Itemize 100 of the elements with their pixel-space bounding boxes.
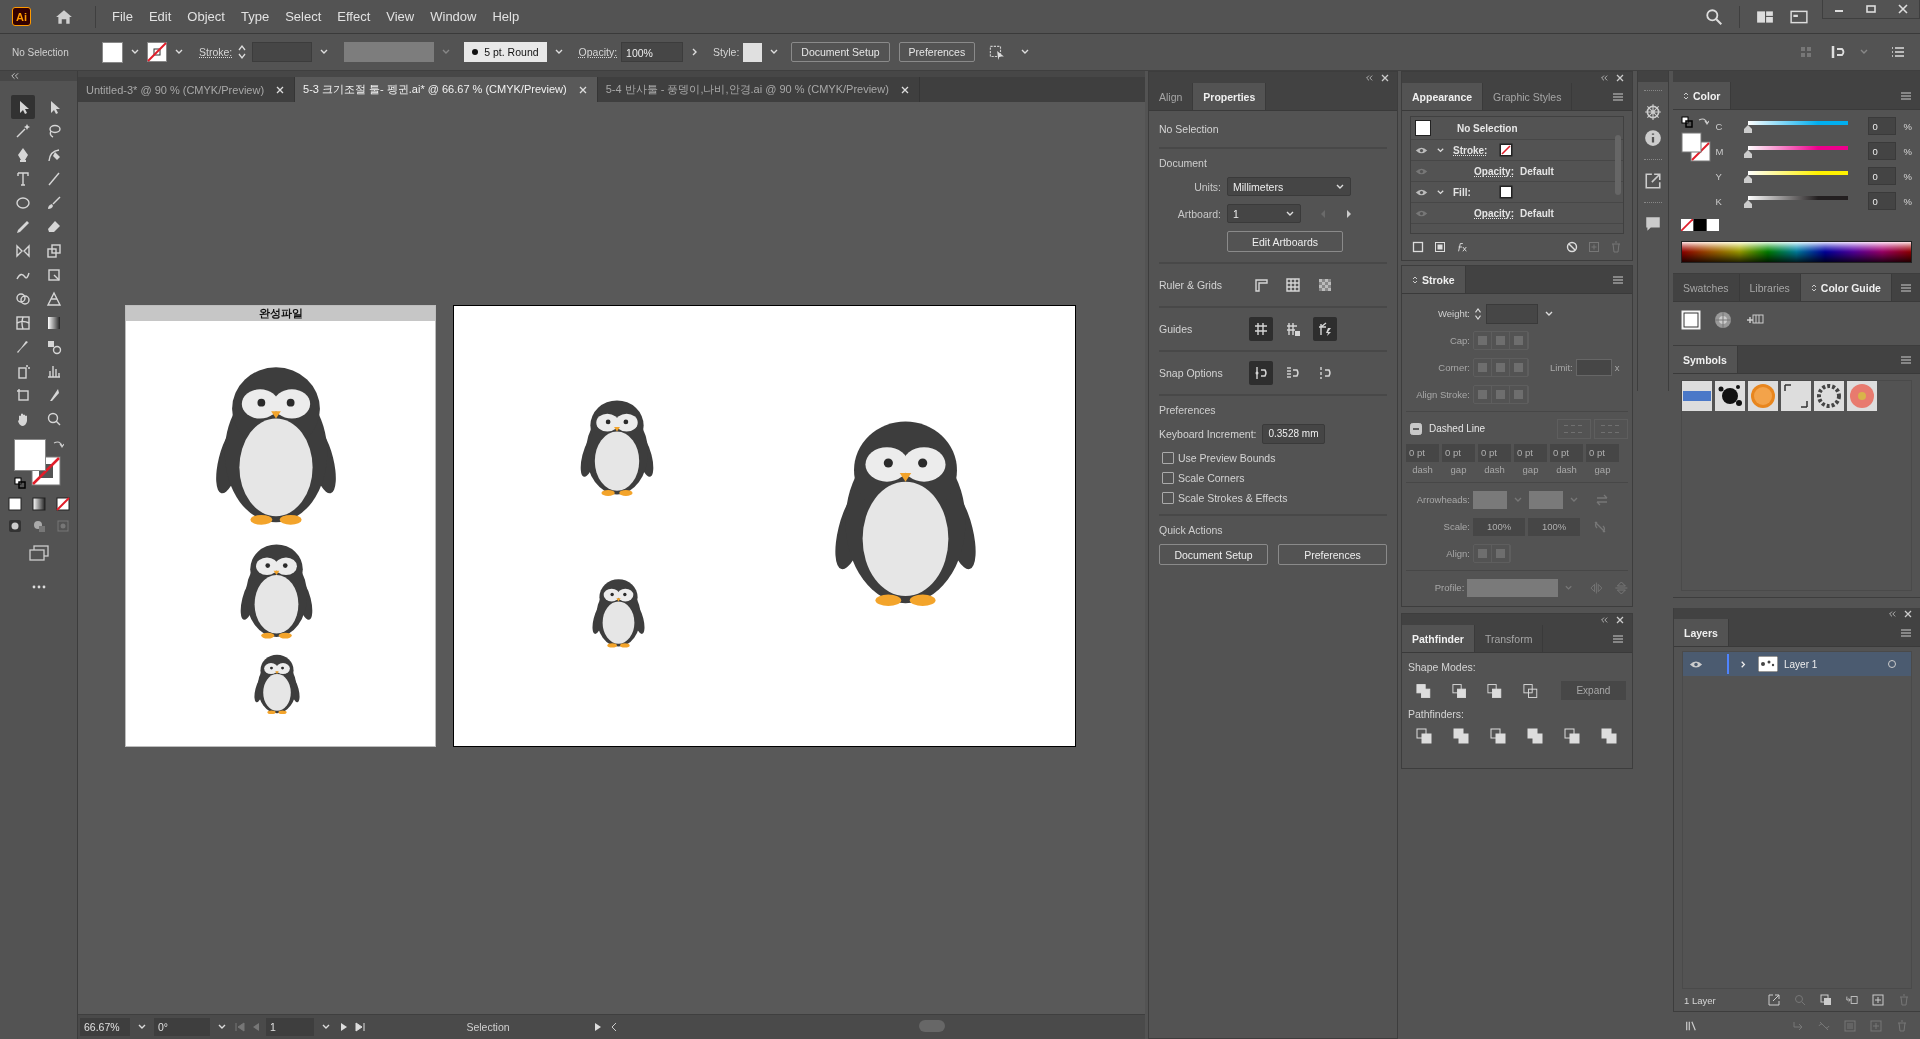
selection-status: No Selection <box>1159 123 1220 135</box>
dash-field-label: gap <box>1594 464 1611 475</box>
keyboard-increment-field[interactable]: 0.3528 mm <box>1262 424 1325 444</box>
checkbox-label: Scale Strokes & Effects <box>1178 492 1288 504</box>
weight-label: Weight: <box>1436 308 1470 319</box>
layer-count: 1 Layer <box>1684 994 1716 1006</box>
section-heading: Guides <box>1159 323 1194 335</box>
checkbox-label: Scale Corners <box>1178 472 1245 484</box>
shape-modes-label: Shape Modes: <box>1408 661 1477 673</box>
menu-item[interactable]: Help <box>484 9 528 24</box>
toolbar-button[interactable]: Document Setup <box>791 42 890 62</box>
dash-field: 0 pt <box>1550 444 1583 462</box>
attribute-label[interactable]: Opacity: <box>1474 165 1514 177</box>
menu-item[interactable]: Object <box>179 9 233 24</box>
profile-label: Profile: <box>1433 582 1465 593</box>
zoom-field[interactable]: 66.67% <box>80 1018 130 1036</box>
dash-field: 0 pt <box>1514 444 1547 462</box>
channel-value-field[interactable]: 0 <box>1867 117 1896 135</box>
opacity-field[interactable]: 100% <box>621 42 684 62</box>
layer-row[interactable]: Layer 1 <box>1683 652 1911 676</box>
attribute-value: Default <box>1520 165 1554 177</box>
expand-button[interactable]: Expand <box>1560 681 1626 700</box>
channel-label: K <box>1715 195 1723 207</box>
panel-tab[interactable]: Appearance <box>1402 83 1484 110</box>
percent-label: % <box>1903 195 1912 207</box>
pathfinders-label: Pathfinders: <box>1408 708 1466 720</box>
dashed-line-label: Dashed Line <box>1429 423 1486 434</box>
dash-field-label: gap <box>1450 464 1467 475</box>
layer-name: Layer 1 <box>1784 658 1818 670</box>
arrowheads-label: Arrowheads: <box>1415 494 1470 505</box>
attribute-label[interactable]: Fill: <box>1453 186 1495 198</box>
channel-label: Y <box>1715 170 1723 182</box>
section-heading: Document <box>1159 157 1208 169</box>
checkbox-label: Use Preview Bounds <box>1178 452 1276 464</box>
app-logo: Ai <box>12 7 31 26</box>
panel-tab[interactable]: Properties <box>1193 83 1267 110</box>
cap-label: Cap: <box>1448 335 1470 346</box>
panel-tab[interactable]: Symbols <box>1673 346 1738 373</box>
panel-tab[interactable]: Color <box>1673 82 1732 109</box>
percent-label: % <box>1903 145 1912 157</box>
appearance-title: No Selection <box>1457 122 1518 134</box>
dash-field-label: gap <box>1522 464 1539 475</box>
stroke-label: Stroke: <box>199 46 233 58</box>
section-heading: Ruler & Grids <box>1159 279 1223 291</box>
channel-value-field[interactable]: 0 <box>1867 167 1896 185</box>
panel-tab[interactable]: Transform <box>1474 625 1544 652</box>
attribute-value: Default <box>1520 207 1554 219</box>
document-tab[interactable]: 5-3 크기조절 툴- 펭귄.ai* @ 66.67 % (CMYK/Preview) <box>295 77 598 102</box>
selection-label: No Selection <box>12 46 70 58</box>
panel-tab[interactable]: Pathfinder <box>1402 625 1475 652</box>
panel-tab[interactable]: Stroke <box>1402 266 1466 293</box>
dash-field: 0 pt <box>1478 444 1511 462</box>
scale-field: 100% <box>1473 517 1525 536</box>
panel-tab[interactable]: Swatches <box>1673 274 1740 301</box>
panel-tab[interactable]: Graphic Styles <box>1483 83 1573 110</box>
brush-dropdown[interactable]: 5 pt. Round <box>464 42 547 62</box>
dash-field-label: dash <box>1412 464 1433 475</box>
attribute-label[interactable]: Opacity: <box>1474 207 1514 219</box>
menu-item[interactable]: Select <box>277 9 330 24</box>
edit-artboards-button[interactable]: Edit Artboards <box>1227 231 1343 252</box>
scale-label: Scale: <box>1442 521 1470 532</box>
menu-item[interactable]: Edit <box>140 9 180 24</box>
artboard-dropdown[interactable]: 1 <box>1227 204 1301 223</box>
units-dropdown[interactable]: Millimeters <box>1227 177 1351 196</box>
artboard-title: 완성파일 <box>126 306 435 321</box>
limit-label: Limit: <box>1550 362 1573 373</box>
section-heading: Preferences <box>1159 404 1217 416</box>
channel-label: M <box>1715 145 1725 157</box>
opacity-label: Opacity: <box>578 46 618 58</box>
toolbar-button[interactable]: Preferences <box>898 42 976 62</box>
dash-field: 0 pt <box>1442 444 1475 462</box>
section-heading: Snap Options <box>1159 367 1224 379</box>
style-label: Style: <box>713 46 740 58</box>
quick-action-button[interactable]: Document Setup <box>1159 544 1268 565</box>
dash-field-label: dash <box>1484 464 1505 475</box>
channel-value-field[interactable]: 0 <box>1867 142 1896 160</box>
panel-tab[interactable]: Color Guide <box>1800 274 1892 301</box>
menu-item[interactable]: Type <box>232 9 278 24</box>
rotation-field[interactable]: 0° <box>154 1018 210 1036</box>
quick-action-button[interactable]: Preferences <box>1278 544 1387 565</box>
menu-item[interactable]: Effect <box>329 9 379 24</box>
keyboard-increment-label: Keyboard Increment: <box>1159 428 1257 440</box>
menu-item[interactable]: File <box>104 9 141 24</box>
percent-label: % <box>1903 170 1912 182</box>
menu-item[interactable]: Window <box>422 9 485 24</box>
align-stroke-label: Align Stroke: <box>1415 389 1470 400</box>
channel-label: C <box>1715 120 1724 132</box>
panel-tab[interactable]: Layers <box>1674 619 1729 646</box>
channel-value-field[interactable]: 0 <box>1867 192 1896 210</box>
dash-field: 0 pt <box>1406 444 1439 462</box>
section-heading: Quick Actions <box>1159 524 1224 536</box>
arrow-align-label: Align: <box>1445 548 1470 559</box>
corner-label: Corner: <box>1437 362 1470 373</box>
menu-item[interactable]: View <box>378 9 423 24</box>
attribute-label[interactable]: Stroke: <box>1453 144 1495 156</box>
dash-field-label: dash <box>1556 464 1577 475</box>
artboard-field[interactable]: 1 <box>266 1018 314 1036</box>
current-tool-label: Selection <box>465 1021 511 1033</box>
panel-tab[interactable]: Libraries <box>1739 274 1801 301</box>
dash-field: 0 pt <box>1586 444 1619 462</box>
